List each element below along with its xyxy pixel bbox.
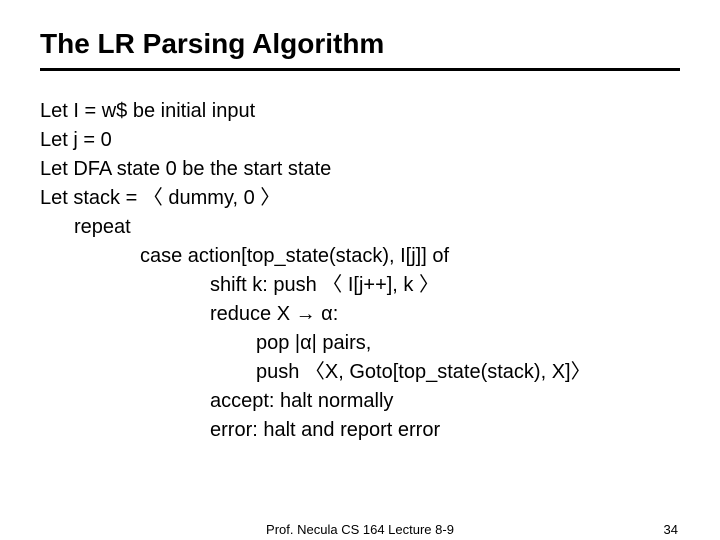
line-4: Let stack = 〈 dummy, 0 〉 (40, 184, 680, 213)
line-2: Let j = 0 (40, 126, 680, 155)
line-1: Let I = w$ be initial input (40, 97, 680, 126)
page-number: 34 (664, 522, 678, 537)
line-7: shift k: push 〈 I[j++], k 〉 (210, 271, 680, 300)
line-8: reduce X → α: (210, 300, 680, 329)
line-12: error: halt and report error (210, 416, 680, 445)
footer-center: Prof. Necula CS 164 Lecture 8-9 (0, 522, 720, 537)
slide-title: The LR Parsing Algorithm (40, 28, 680, 60)
line-10: push 〈X, Goto[top_state(stack), X]〉 (256, 358, 680, 387)
line-3: Let DFA state 0 be the start state (40, 155, 680, 184)
line-11: accept: halt normally (210, 387, 680, 416)
line-5: repeat (74, 213, 680, 242)
slide: The LR Parsing Algorithm Let I = w$ be i… (0, 0, 720, 540)
line-9: pop |α| pairs, (256, 329, 680, 358)
line-6: case action[top_state(stack), I[j]] of (140, 242, 680, 271)
algorithm-body: Let I = w$ be initial input Let j = 0 Le… (40, 97, 680, 445)
title-rule (40, 68, 680, 71)
